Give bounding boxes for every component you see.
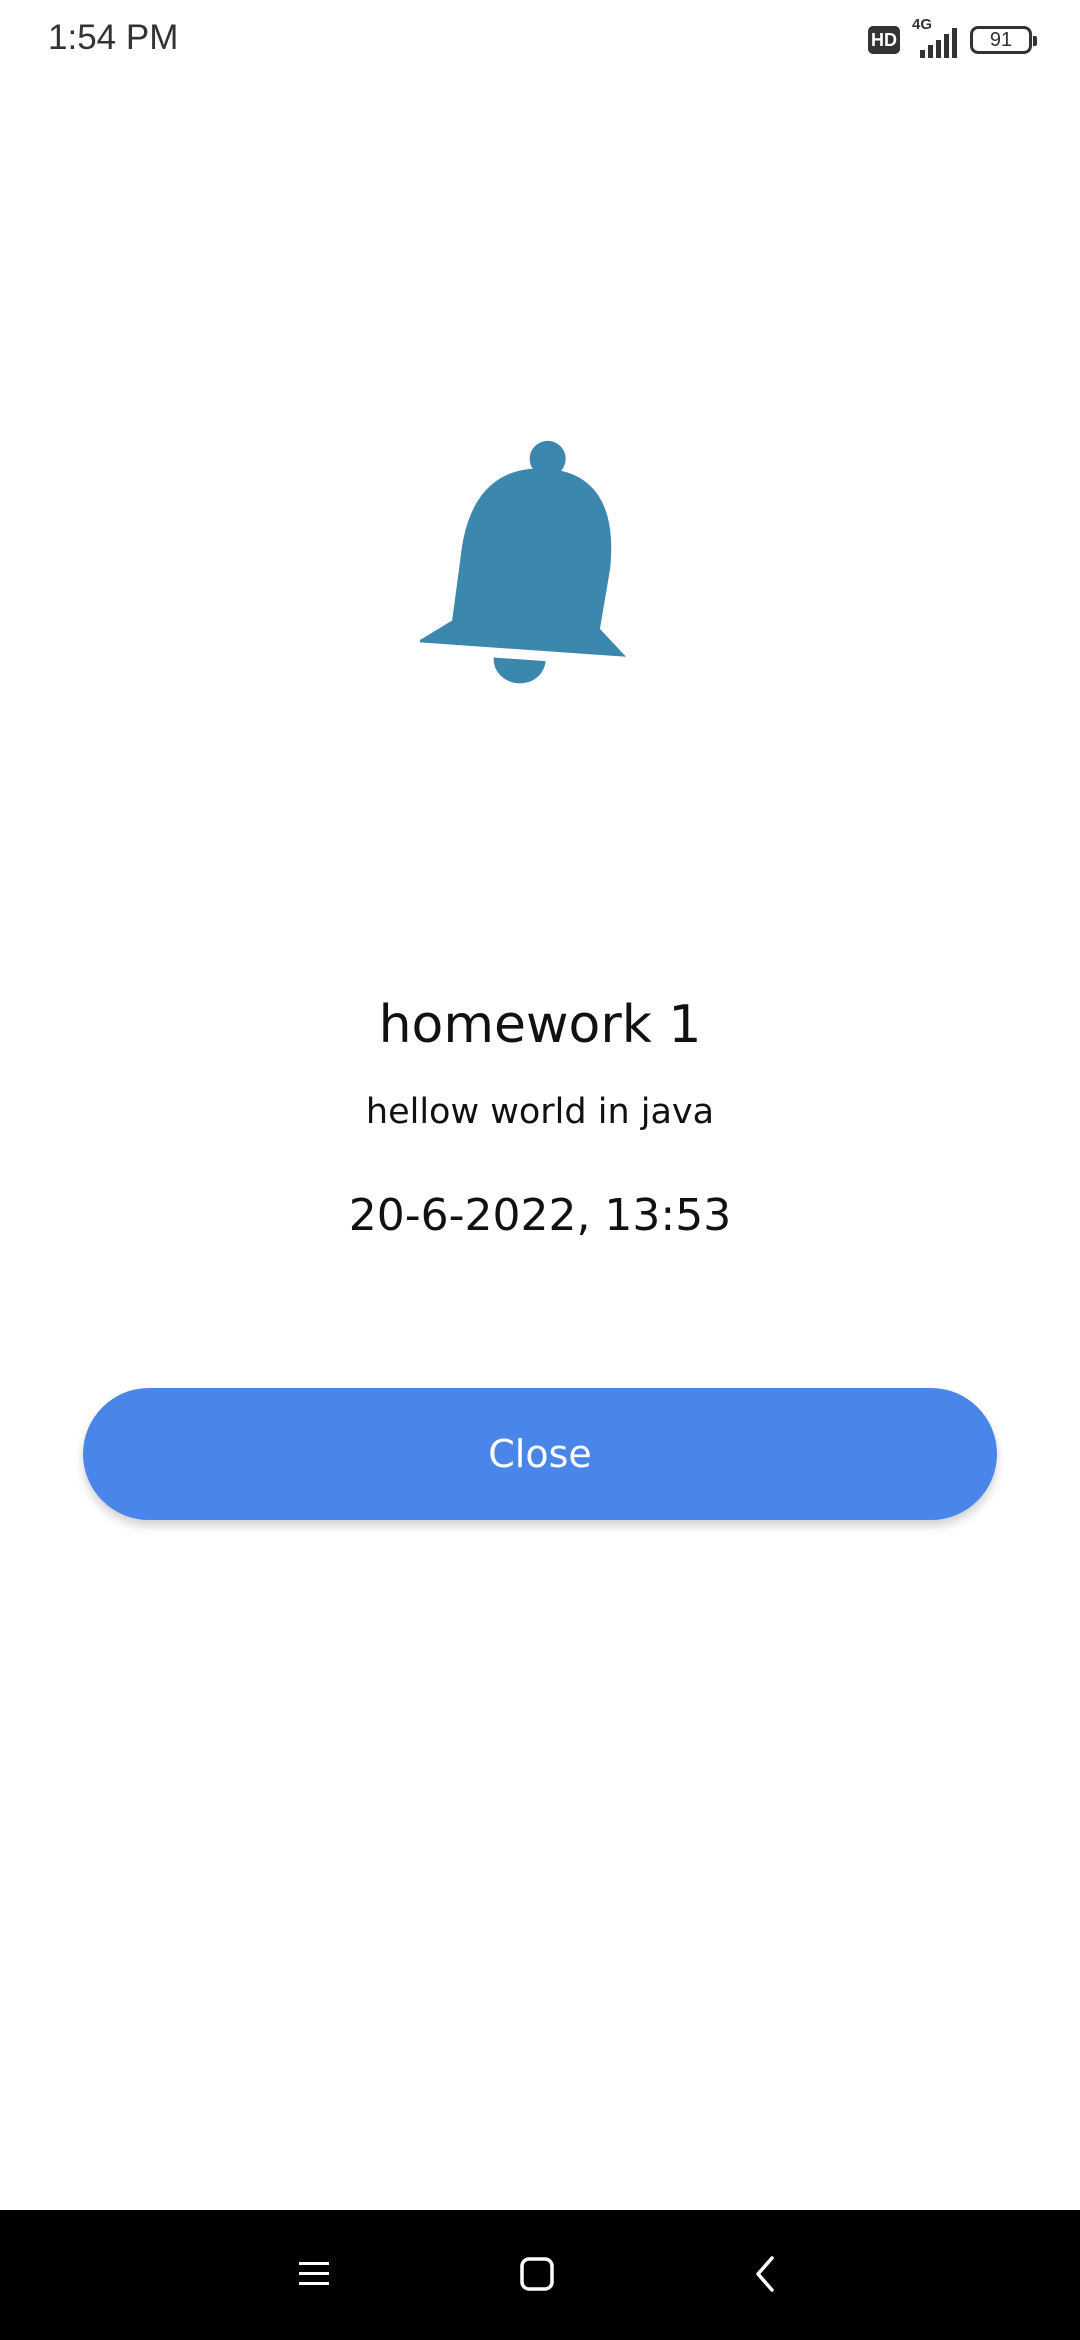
close-button[interactable]: Close: [83, 1388, 997, 1520]
battery-icon: 91: [970, 26, 1037, 54]
navigation-bar: [0, 2210, 1080, 2340]
back-icon[interactable]: [735, 2244, 795, 2304]
alarm-title: homework 1: [378, 995, 702, 1055]
bell-icon: [416, 438, 645, 698]
alarm-description: hellow world in java: [365, 1092, 715, 1132]
menu-icon[interactable]: [284, 2244, 344, 2304]
hd-icon: HD: [868, 26, 900, 54]
battery-level: 91: [989, 28, 1013, 51]
close-button-label: Close: [488, 1432, 592, 1476]
alarm-datetime: 20-6-2022, 13:53: [348, 1190, 732, 1241]
home-icon[interactable]: [507, 2244, 567, 2304]
status-icons: HD 4G 91: [868, 16, 1037, 60]
status-bar: 1:54 PM HD 4G 91: [0, 0, 1080, 80]
signal-icon: 4G: [912, 16, 958, 58]
status-time: 1:54 PM: [48, 18, 179, 57]
